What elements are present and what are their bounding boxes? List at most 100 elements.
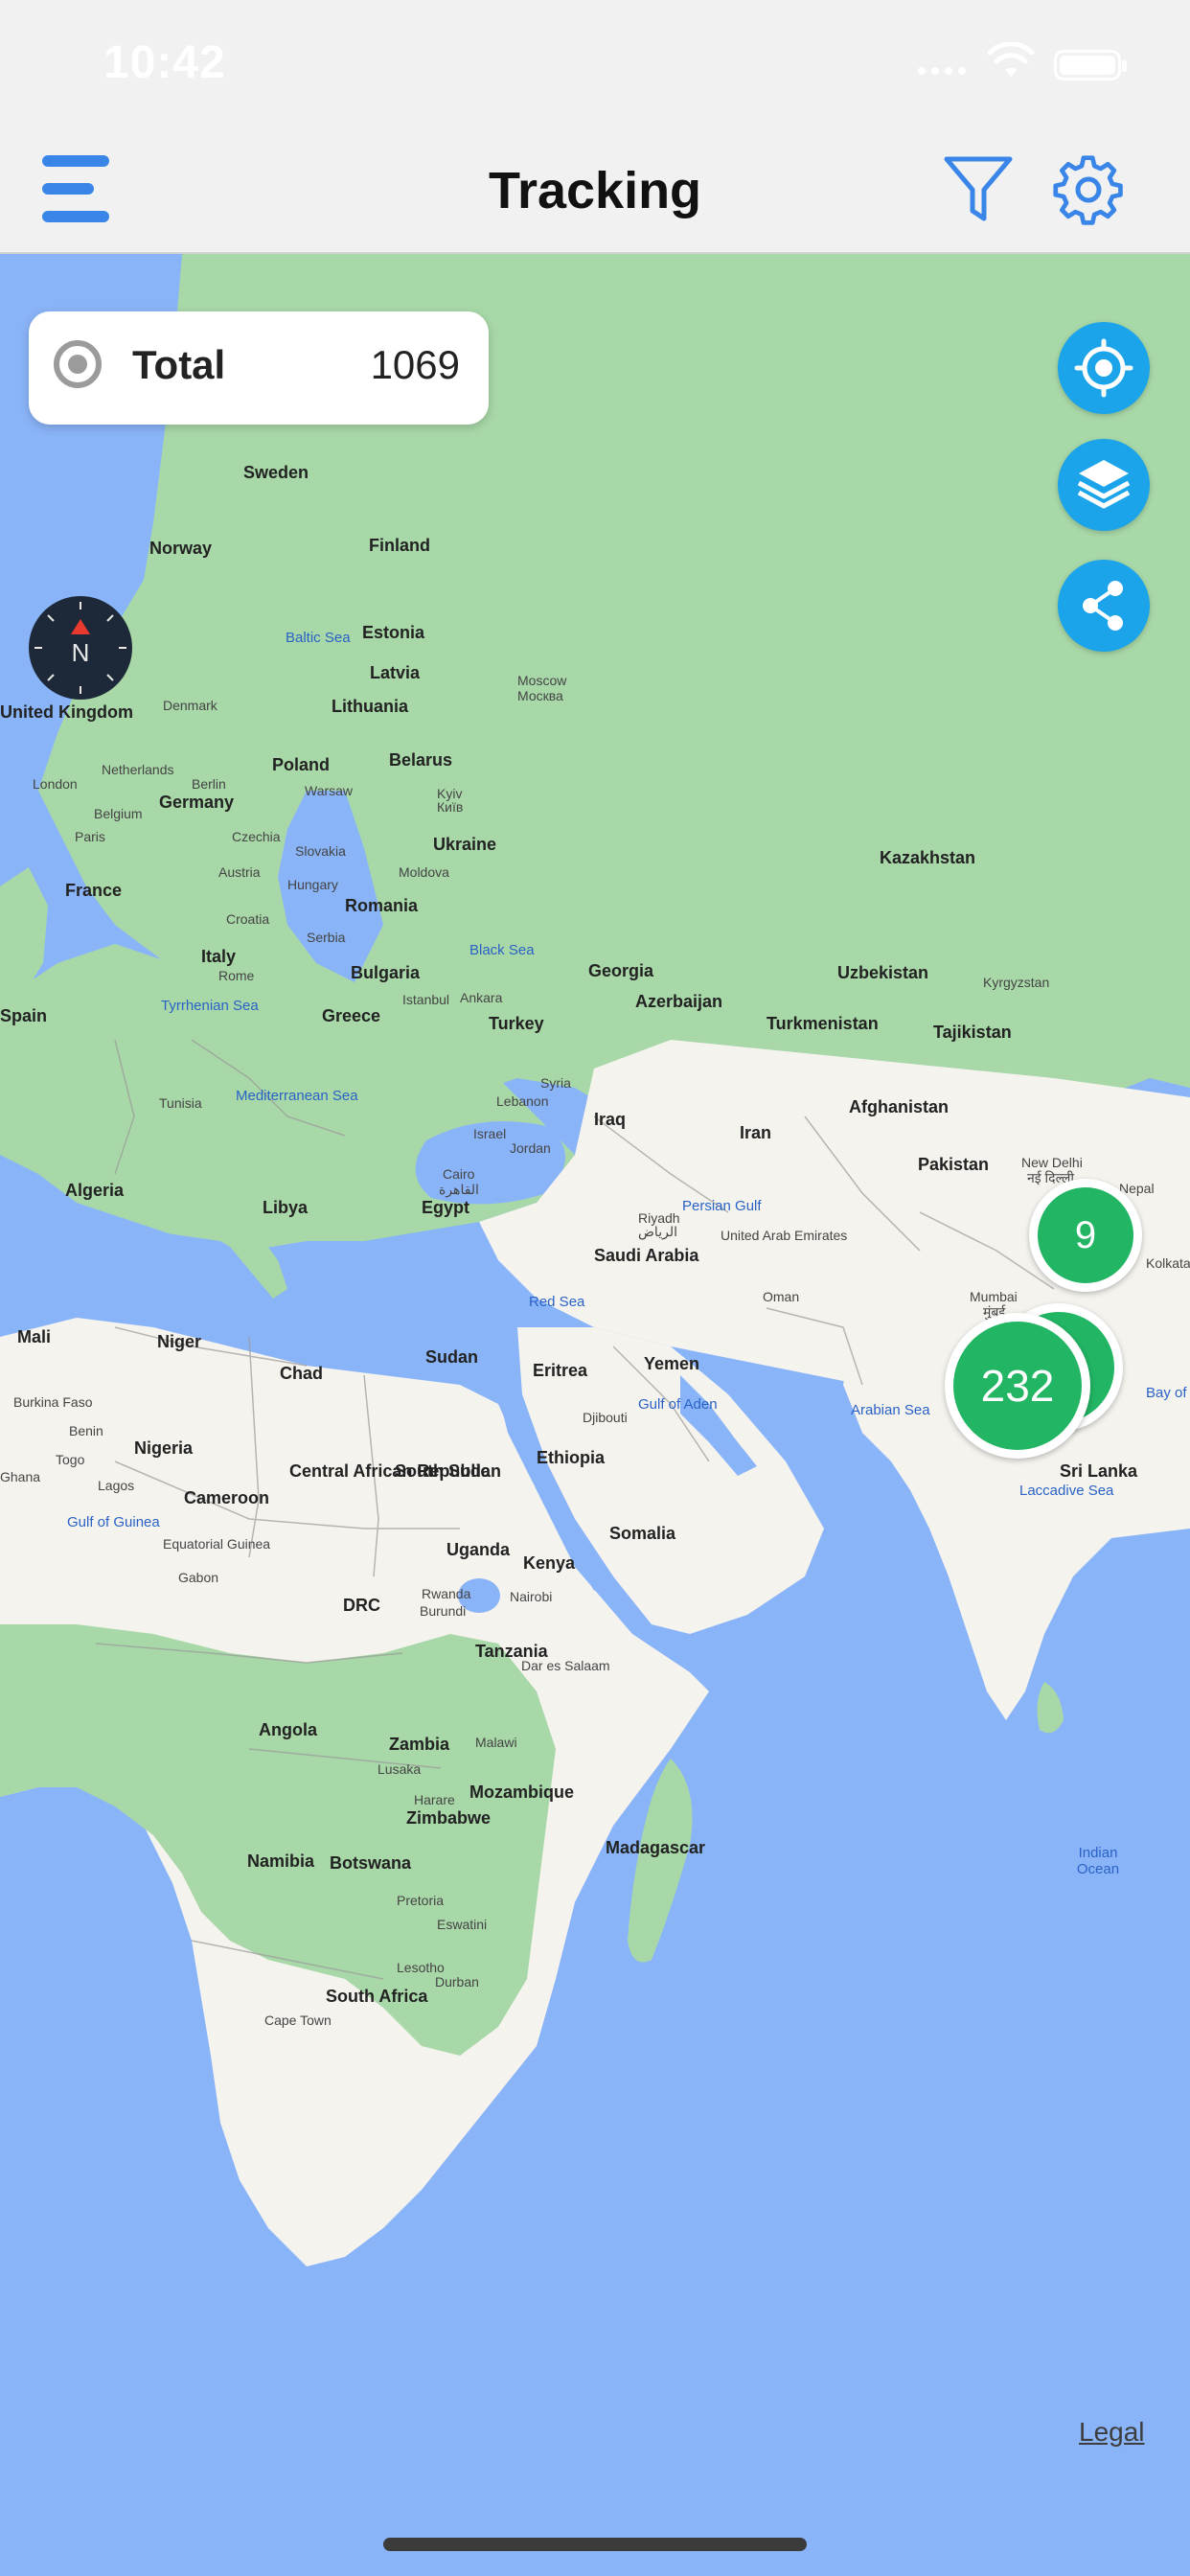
- map-label: Uzbekistan: [837, 963, 929, 982]
- map-label: Afghanistan: [849, 1097, 950, 1116]
- share-icon: [1083, 581, 1123, 631]
- map-label: Zimbabwe: [406, 1808, 492, 1828]
- map-label: Ankara: [460, 990, 503, 1005]
- map-label: Denmark: [163, 698, 217, 713]
- map-label: Slovakia: [295, 843, 346, 859]
- map-label: Togo: [56, 1452, 85, 1467]
- map-label: Austria: [218, 864, 261, 880]
- map-label: Eswatini: [437, 1917, 488, 1932]
- map-label: Lebanon: [496, 1093, 549, 1109]
- map-label: Iraq: [594, 1110, 627, 1129]
- map-label: Latvia: [370, 663, 421, 682]
- map-label: Algeria: [65, 1181, 125, 1200]
- map-label: London: [33, 776, 78, 792]
- map-label: Ghana: [0, 1469, 41, 1484]
- map-label: Laccadive Sea: [1019, 1483, 1114, 1499]
- cluster-marker[interactable]: 232: [945, 1313, 1090, 1459]
- gear-icon[interactable]: [1052, 153, 1125, 226]
- status-time: 10:42: [103, 37, 226, 88]
- layers-button[interactable]: [1058, 439, 1150, 531]
- map-label: Namibia: [247, 1852, 315, 1871]
- map-label: Bay of Bengal: [1146, 1385, 1190, 1401]
- map-label: Greece: [322, 1006, 381, 1025]
- map-label: Norway: [149, 539, 213, 558]
- navigation-bar: Tracking: [0, 125, 1190, 254]
- compass-button[interactable]: N: [29, 596, 132, 700]
- map-label: Gulf of Aden: [638, 1396, 718, 1413]
- map-label: Lusaka: [378, 1761, 422, 1777]
- map-label: Estonia: [362, 623, 425, 642]
- map-label: Netherlands: [102, 762, 174, 777]
- map-label: Nairobi: [510, 1589, 553, 1604]
- map-label: الرياض: [638, 1224, 677, 1239]
- map-label: Benin: [69, 1423, 103, 1438]
- total-value: 1069: [370, 342, 460, 387]
- map-label: Yemen: [644, 1354, 700, 1373]
- map-label: Spain: [0, 1006, 48, 1025]
- map-label: Kolkata: [1146, 1255, 1190, 1271]
- map-label: Belarus: [389, 750, 453, 770]
- map-label: Saudi Arabia: [594, 1246, 699, 1265]
- share-button[interactable]: [1058, 560, 1150, 652]
- map-label: Baltic Sea: [286, 630, 351, 646]
- map-label: Mediterranean Sea: [236, 1088, 358, 1104]
- map-label: Mali: [17, 1327, 52, 1346]
- map-label: Moldova: [399, 864, 449, 880]
- map-label: Botswana: [330, 1853, 412, 1873]
- map-label: South Africa: [326, 1987, 428, 2006]
- map-label: Gabon: [178, 1570, 219, 1585]
- home-indicator[interactable]: [383, 2538, 807, 2551]
- map-label: Georgia: [588, 961, 654, 980]
- filter-icon[interactable]: [943, 153, 1014, 224]
- map-label: Angola: [259, 1720, 317, 1739]
- map-label: Tunisia: [159, 1095, 202, 1111]
- map-label: Київ: [437, 799, 464, 815]
- compass-north-label: N: [71, 638, 90, 667]
- map-label: Bulgaria: [351, 963, 421, 982]
- map-label: Azerbaijan: [635, 992, 723, 1011]
- map-label: Egypt: [422, 1198, 470, 1217]
- cluster-marker[interactable]: 9: [1029, 1179, 1142, 1292]
- map-label: Kenya: [523, 1553, 576, 1573]
- map-label: Belgium: [94, 806, 143, 821]
- map-label: Iran: [740, 1123, 772, 1142]
- status-bar: 10:42: [0, 0, 1190, 125]
- map-label: United Arab Emirates: [721, 1228, 848, 1243]
- map-label: Eritrea: [533, 1361, 588, 1380]
- map-label: Rome: [218, 968, 255, 983]
- map-label: Somalia: [609, 1524, 676, 1543]
- map-label: Sudan: [425, 1347, 479, 1367]
- map-label: Kazakhstan: [880, 848, 976, 867]
- locate-icon: [1074, 338, 1133, 398]
- map-label: South Sudan: [395, 1461, 501, 1481]
- map-label: Libya: [263, 1198, 309, 1217]
- map-label: Москва: [517, 688, 563, 703]
- legal-link[interactable]: Legal: [1079, 2417, 1145, 2448]
- map-view[interactable]: Sweden Norway Finland Estonia Latvia Lit…: [0, 254, 1190, 2576]
- map-label: Pakistan: [918, 1155, 990, 1174]
- locate-button[interactable]: [1058, 322, 1150, 414]
- map-label: Nigeria: [134, 1438, 194, 1458]
- map-label: Syria: [540, 1075, 571, 1091]
- map-label: Finland: [369, 536, 430, 555]
- map-label: Cairo: [443, 1166, 475, 1182]
- layers-icon: [1077, 460, 1131, 509]
- map-label: Sri Lanka: [1060, 1461, 1138, 1481]
- map-label: Warsaw: [305, 783, 354, 798]
- map-label: Cape Town: [264, 2012, 332, 2028]
- map-label: Indian Ocean: [1076, 1845, 1120, 1877]
- map-label: Burundi: [420, 1603, 467, 1619]
- total-card[interactable]: Total 1069: [29, 311, 489, 425]
- map-label: United Kingdom: [0, 702, 133, 722]
- map-label: Uganda: [446, 1540, 511, 1559]
- map-label: Equatorial Guinea: [163, 1536, 271, 1552]
- map-label: Sweden: [243, 463, 309, 482]
- map-label: Croatia: [226, 911, 270, 927]
- map-label: Serbia: [307, 930, 346, 945]
- map-label: Burkina Faso: [13, 1394, 93, 1410]
- total-indicator-icon: [54, 340, 102, 388]
- map-label: Tajikistan: [933, 1023, 1012, 1042]
- map-label: Tyrrhenian Sea: [161, 998, 259, 1014]
- map-label: Pretoria: [397, 1893, 445, 1908]
- map-label: Romania: [345, 896, 419, 915]
